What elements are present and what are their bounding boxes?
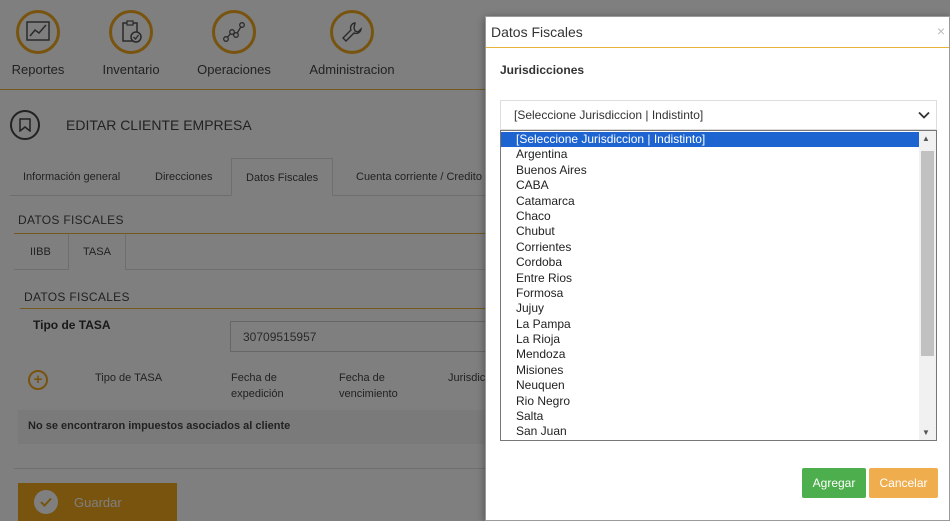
add-button[interactable]: Agregar bbox=[802, 468, 866, 498]
dropdown-option[interactable]: Misiones bbox=[501, 363, 921, 378]
dropdown-option[interactable]: Argentina bbox=[501, 147, 921, 162]
dropdown-option[interactable]: Cordoba bbox=[501, 255, 921, 270]
jurisdiction-label: Jurisdicciones bbox=[500, 63, 585, 77]
dropdown-option[interactable]: Jujuy bbox=[501, 301, 921, 316]
close-icon[interactable]: × bbox=[937, 23, 945, 39]
dropdown-option[interactable]: [Seleccione Jurisdiccion | Indistinto] bbox=[501, 132, 921, 148]
dropdown-option[interactable]: Chaco bbox=[501, 209, 921, 224]
dropdown-option[interactable]: Entre Rios bbox=[501, 271, 921, 286]
dropdown-option[interactable]: La Pampa bbox=[501, 317, 921, 332]
dropdown-option[interactable]: San Juan bbox=[501, 424, 921, 439]
dropdown-option[interactable]: Salta bbox=[501, 409, 921, 424]
cancel-button[interactable]: Cancelar bbox=[869, 468, 938, 498]
scroll-up-icon[interactable]: ▲ bbox=[922, 134, 930, 143]
dropdown-scrollbar[interactable]: ▲ ▼ bbox=[919, 131, 936, 440]
dropdown-option[interactable]: Neuquen bbox=[501, 378, 921, 393]
dropdown-option[interactable]: La Rioja bbox=[501, 332, 921, 347]
chevron-down-icon bbox=[918, 109, 930, 123]
modal-header: Datos Fiscales × bbox=[486, 17, 949, 48]
option-list: [Seleccione Jurisdiccion | Indistinto] Ar… bbox=[501, 132, 921, 440]
modal-title: Datos Fiscales bbox=[491, 24, 583, 40]
jurisdiction-select[interactable]: [Seleccione Jurisdiccion | Indistinto] bbox=[500, 100, 937, 130]
dropdown-option[interactable]: Corrientes bbox=[501, 240, 921, 255]
fiscal-data-modal: Datos Fiscales × Jurisdicciones [Selecci… bbox=[485, 16, 950, 521]
dropdown-option[interactable]: CABA bbox=[501, 178, 921, 193]
dropdown-option[interactable]: Chubut bbox=[501, 224, 921, 239]
dropdown-option[interactable]: Formosa bbox=[501, 286, 921, 301]
dropdown-option[interactable]: Catamarca bbox=[501, 194, 921, 209]
dropdown-option[interactable]: Rio Negro bbox=[501, 394, 921, 409]
dropdown-option[interactable]: Mendoza bbox=[501, 347, 921, 362]
jurisdiction-dropdown-list[interactable]: [Seleccione Jurisdiccion | Indistinto] Ar… bbox=[500, 130, 937, 441]
scroll-down-icon[interactable]: ▼ bbox=[922, 428, 930, 437]
select-value: [Seleccione Jurisdiccion | Indistinto] bbox=[514, 108, 704, 122]
scroll-thumb[interactable] bbox=[921, 151, 934, 356]
dropdown-option[interactable]: Buenos Aires bbox=[501, 163, 921, 178]
